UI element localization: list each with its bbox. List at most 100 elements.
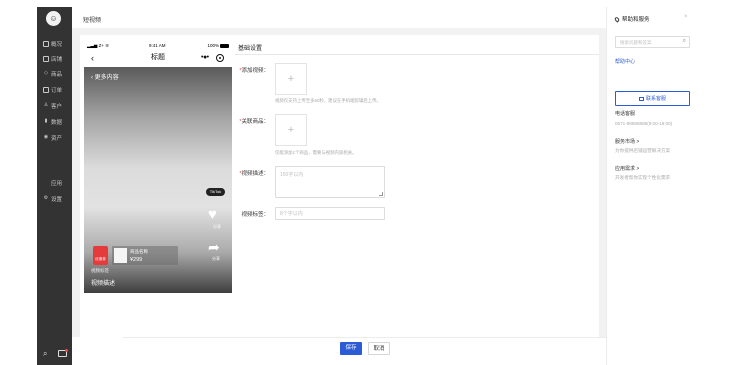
footer-bar [123,337,606,360]
product-hint: 仅能添加1个商品，需要与视频内容相关。 [275,150,357,155]
product-add-button[interactable]: + [275,114,307,146]
page-title: 短视频 [83,18,102,24]
sidebar-item-label: 概况 [51,41,63,48]
video-hint: 视频仅支持上传至多60秒，建议在手机端剪辑后上传。 [275,98,381,103]
more-content-link[interactable]: ‹ 更多内容 [91,72,119,81]
status-time: 9:41 AM [149,43,166,48]
add-video-label: *添加视频： [239,68,269,74]
add-video-label-text: 添加视频： [241,68,269,74]
sidebar-item-apps[interactable]: 应用 [43,178,62,187]
phone-preview: ▂▃▅ Z+ ≋ 9:41 AM 100% ‹ 标题 •●• ‹ 更多内容 Ti… [84,42,232,293]
sidebar-nav: ☺ 概况 店铺 ◇ 商品 订单 ♙ 客户 ▮ 数据 ◉ 资产 应用 ⚙ 设置 ⌕ [37,7,72,365]
battery-text: 100% [207,43,219,48]
phone-support-title: 电话客服 [615,111,636,117]
sidebar-bottom: ⌕ [37,349,72,359]
close-icon[interactable]: × [684,14,688,20]
contact-label: 联系客服 [645,96,666,102]
search-icon[interactable]: ⌕ [43,349,47,359]
tag-label: 视频标签： [241,212,269,218]
tiktok-badge: TikTok [206,188,225,196]
desc-placeholder: 150字以内 [280,172,304,178]
store-icon [43,55,49,62]
sidebar-item-overview[interactable]: 概况 [43,39,62,48]
video-upload-button[interactable]: + [275,63,307,95]
search-icon[interactable]: ⌕ [683,38,686,45]
sidebar-item-goods[interactable]: ◇ 商品 [43,69,62,78]
sidebar-item-assets[interactable]: ◉ 资产 [43,133,62,142]
video-tag-text: 视频标签 [91,268,109,273]
desc-label-text: 视频描述： [241,171,269,177]
save-button[interactable]: 保存 [340,342,362,355]
sidebar-item-label: 客户 [51,103,63,110]
service-market-desc: 为你提供店铺运营解决方案 [615,148,671,153]
sidebar-item-settings[interactable]: ⚙ 设置 [43,194,62,203]
resize-grip-icon[interactable] [379,192,383,196]
product-price: ¥299 [130,257,143,263]
target-icon[interactable] [216,54,224,62]
sidebar-item-label: 店铺 [51,56,63,63]
phone-status-bar: ▂▃▅ Z+ ≋ 9:41 AM 100% [84,42,232,50]
monitor-icon [638,96,644,101]
help-search-placeholder: 搜索问题和答案 [620,40,652,45]
contact-support-button[interactable]: 联系客服 [615,91,690,106]
sidebar-item-orders[interactable]: 订单 [43,85,62,94]
share-icon[interactable]: ➦ [208,240,220,254]
video-desc-text: 视频描述 [91,281,116,287]
sidebar-item-label: 数据 [51,119,63,126]
plus-icon: + [287,124,295,136]
product-label-text: 关联商品： [241,119,269,125]
product-card[interactable]: 商品名称 ¥299 [112,246,178,265]
more-dots-icon[interactable]: •●• [201,51,209,65]
signal-indicator: ▂▃▅ Z+ ≋ [87,43,110,48]
notification-dot [65,349,68,352]
monitor-icon [43,40,49,47]
apps-icon [43,180,49,186]
service-market-link[interactable]: 服务市场 > [615,138,639,145]
video-tag-input[interactable]: 8个字以内 [275,207,385,220]
more-content-label: 更多内容 [94,75,119,81]
chart-icon: ▮ [44,118,48,124]
tag-placeholder: 8个字以内 [280,211,303,217]
sidebar-item-store[interactable]: 店铺 [43,54,62,63]
phone-nav-bar: ‹ 标题 •●• [84,51,232,65]
video-preview: ‹ 更多内容 TikTok ♥ 分享 ➦ 分享 优惠券 商品名称 ¥299 视频… [84,67,232,293]
desc-label: *视频描述： [239,171,269,177]
user-icon: ♙ [43,102,49,108]
battery-indicator: 100% [207,43,229,48]
cancel-button[interactable]: 取消 [368,342,390,355]
video-desc-textarea[interactable]: 150字以内 [275,166,385,198]
asset-icon: ◉ [43,134,49,140]
sidebar-item-label: 商品 [51,71,63,78]
section-title: 基础设置 [238,46,263,52]
sidebar-item-label: 资产 [51,135,63,142]
sidebar-item-data[interactable]: ▮ 数据 [43,117,62,126]
coupon-badge: 优惠券 [93,246,108,265]
product-name: 商品名称 [130,249,148,254]
app-request-link[interactable]: 应用需求 > [615,165,639,172]
order-icon [43,86,49,93]
battery-icon [220,43,229,48]
phone-nav-title: 标题 [151,54,165,61]
help-center-link[interactable]: 帮助中心 [615,58,635,65]
product-image [114,248,127,263]
like-label: 分享 [213,224,221,229]
phone-support-number: 0571-88888888(9:00-18:00) [615,121,673,126]
help-title-text: 帮助和服务 [622,17,650,23]
plus-icon: + [287,73,295,85]
tag-icon: ◇ [44,70,48,76]
app-request-desc: 开发者帮你实现个性化需求 [615,175,671,180]
carrier-text: Z+ [98,43,105,48]
sidebar-item-label: 设置 [51,196,63,203]
sidebar-item-customers[interactable]: ♙ 客户 [43,101,62,110]
product-label: *关联商品： [239,119,269,125]
message-icon[interactable] [58,349,68,357]
gear-icon: ⚙ [43,195,49,201]
share-label: 分享 [212,256,220,261]
help-panel: 帮助和服务 × 搜索问题和答案 ⌕ 帮助中心 联系客服 电话客服 0571-88… [606,7,730,365]
sidebar-item-label: 应用 [51,180,63,187]
help-search-input[interactable]: 搜索问题和答案 ⌕ [615,36,690,48]
logo-avatar[interactable]: ☺ [46,11,61,26]
location-pin-icon [613,15,621,23]
sidebar-item-label: 订单 [51,87,63,94]
section-divider [235,54,599,55]
